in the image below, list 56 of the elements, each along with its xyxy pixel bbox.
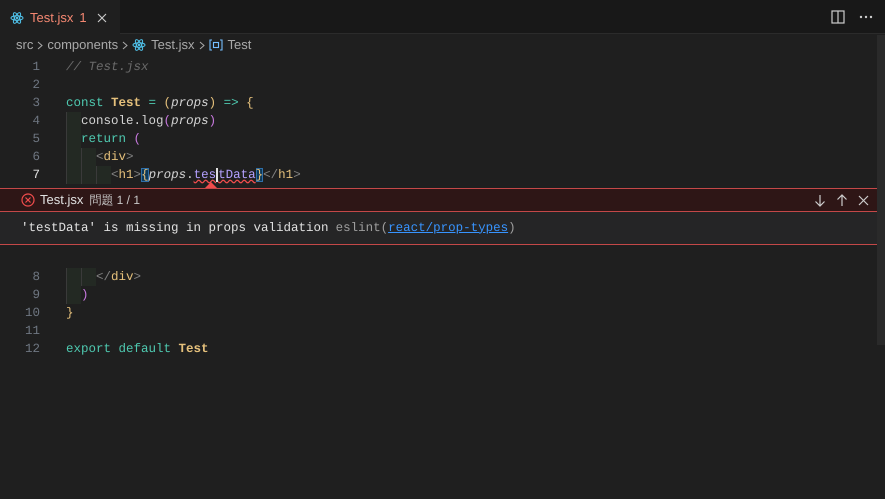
indent-guide [81,268,96,286]
indent-guide [81,166,96,184]
scrollbar-thumb[interactable] [877,35,885,345]
chevron-right-icon [37,40,44,50]
split-editor-icon[interactable] [831,10,845,24]
breadcrumb-item[interactable]: Test.jsx [151,35,195,55]
indent-guide [81,148,96,166]
code-line: } [66,304,74,322]
line-number: 5 [31,130,40,148]
chevron-right-icon [122,40,128,50]
line-number: 6 [31,148,40,166]
code-line: return ( [81,130,142,148]
line-number: 11 [24,322,40,340]
code-line: const Test = (props) => { [66,94,254,112]
line-number: 2 [31,76,40,94]
code-line: <div> [96,148,134,166]
source-label: ) [508,220,516,237]
close-icon[interactable] [858,194,869,206]
indent-guide [66,112,81,130]
breadcrumb-item[interactable]: src [16,35,34,55]
error-icon [21,193,35,207]
code-line: // Test.jsx [66,58,149,76]
error-message: 'testData' is missing in props validation [21,220,329,237]
indent-guide [96,166,111,184]
indent-guide [66,166,81,184]
react-icon [132,38,146,52]
indent-guide [66,286,81,304]
react-icon [10,10,24,24]
line-number: 4 [31,112,40,130]
indent-guide [66,268,81,286]
line-number: 12 [24,340,40,358]
arrow-up-icon[interactable] [836,194,848,206]
line-number: 7 [31,166,40,184]
peek-file-name: Test.jsx [40,191,84,210]
breadcrumb-item[interactable]: Test [228,35,252,55]
source-label: eslint( [336,220,388,237]
rule-link[interactable]: react/prop-types [388,218,508,238]
close-icon[interactable] [96,12,107,22]
symbol-icon [208,39,223,51]
more-icon[interactable] [859,14,873,18]
pointer-arrow-icon [205,182,217,188]
chevron-right-icon [198,40,205,50]
line-number: 1 [31,58,40,76]
code-line: ) [81,286,89,304]
problem-count: 1 [79,8,87,27]
problem-counter: 問題 1 / 1 [89,192,140,209]
line-number: 10 [24,304,40,322]
code-line: console.log(props) [81,112,216,130]
code-line: </div> [96,268,142,286]
arrow-down-icon[interactable] [814,194,826,206]
code-line: export default Test [66,340,209,358]
line-number: 9 [31,286,40,304]
line-number: 8 [31,268,40,286]
editor-tab[interactable]: Test.jsx 1 [0,0,120,34]
line-number: 3 [31,94,40,112]
breadcrumb-item[interactable]: components [47,35,118,55]
